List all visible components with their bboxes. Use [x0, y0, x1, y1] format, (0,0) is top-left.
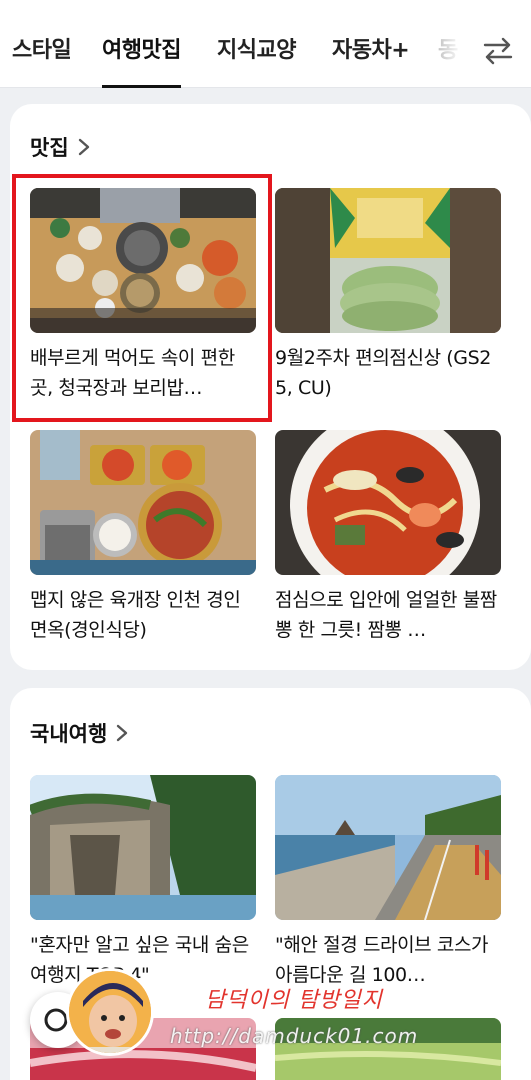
thumbnail-image: [275, 775, 501, 920]
content-item[interactable]: 배부르게 먹어도 속이 편한 곳, 청국장과 보리밥…: [30, 188, 256, 403]
item-title: "해안 절경 드라이브 코스가 아름다운 길 100…: [275, 934, 489, 986]
tab-fade: [420, 20, 470, 80]
item-title: 맵지 않은 육개장 인천 경인면옥(경인식당): [30, 589, 241, 641]
chevron-right-icon: [78, 138, 89, 156]
watermark-url: http://damduck01.com: [170, 1024, 419, 1048]
content-item[interactable]: 9월2주차 편의점신상 (GS25, CU): [275, 188, 501, 403]
watermark-avatar: [66, 968, 154, 1056]
watermark-name: 담덕이의 탐방일지: [205, 988, 383, 1013]
tab-style[interactable]: 스타일: [12, 32, 72, 88]
section-title: 맛집: [30, 136, 69, 160]
content-item[interactable]: 맵지 않은 육개장 인천 경인면옥(경인식당): [30, 430, 256, 645]
section-header[interactable]: 맛집: [30, 132, 91, 162]
item-title: 배부르게 먹어도 속이 편한 곳, 청국장과 보리밥…: [30, 347, 235, 399]
thumbnail-image: [30, 430, 256, 575]
thumbnail-image: [275, 188, 501, 333]
chevron-right-icon: [117, 724, 128, 742]
item-title: "혼자만 알고 싶은 국내 숨은 여행지 TOP 4": [30, 934, 249, 986]
section-title: 국내여행: [30, 722, 108, 746]
thumbnail-image: [275, 430, 501, 575]
content-item[interactable]: "혼자만 알고 싶은 국내 숨은 여행지 TOP 4": [30, 775, 256, 990]
tab-knowledge[interactable]: 지식교양: [217, 32, 296, 88]
category-tab-bar: 스타일 여행맛집 지식교양 자동차+ 동: [0, 0, 531, 88]
thumbnail-image: [30, 775, 256, 920]
content-item[interactable]: "해안 절경 드라이브 코스가 아름다운 길 100…: [275, 775, 501, 990]
item-title: 9월2주차 편의점신상 (GS25, CU): [275, 347, 491, 399]
swap-arrows-icon[interactable]: [481, 34, 515, 68]
section-header[interactable]: 국내여행: [30, 718, 129, 748]
item-title: 점심으로 입안에 얼얼한 불짬뽕 한 그릇! 짬뽕 …: [275, 589, 497, 641]
content-item[interactable]: 점심으로 입안에 얼얼한 불짬뽕 한 그릇! 짬뽕 …: [275, 430, 501, 645]
tab-travel-food[interactable]: 여행맛집: [102, 32, 181, 88]
section-card-restaurants: 맛집 배부르게 먹어도 속이 편한 곳, 청국장과 보리밥… 9월2주차 편의점…: [10, 104, 531, 670]
tab-car[interactable]: 자동차+: [332, 32, 410, 88]
tab-list: 스타일 여행맛집 지식교양 자동차+ 동: [0, 0, 471, 88]
thumbnail-image: [30, 188, 256, 333]
